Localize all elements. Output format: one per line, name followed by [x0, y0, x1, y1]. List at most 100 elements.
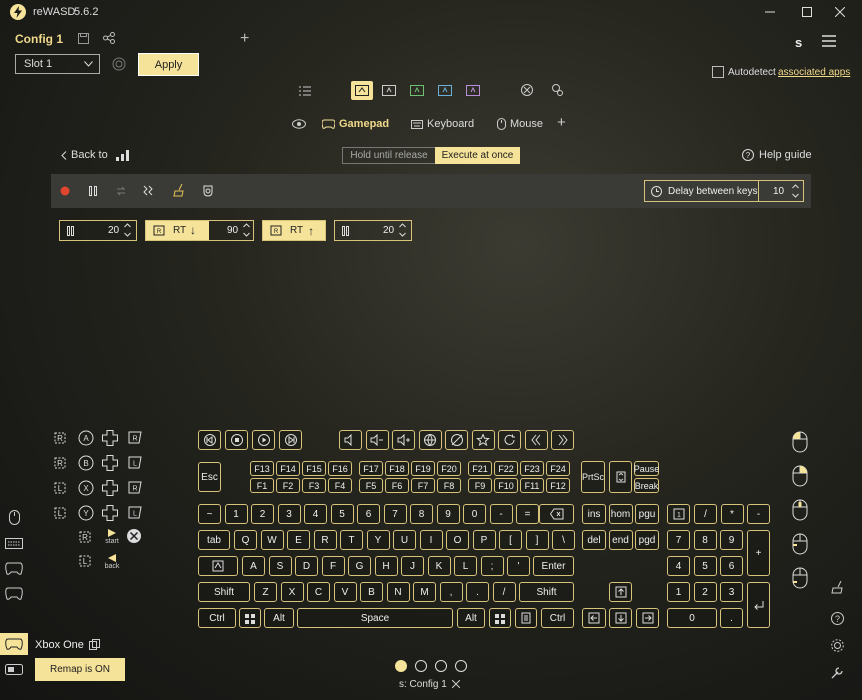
numpad-7-key[interactable]: 7	[667, 530, 690, 550]
nav-ins-key[interactable]: ins	[582, 504, 606, 524]
mouse-middle-icon[interactable]	[791, 498, 809, 522]
tab-mouse[interactable]: Mouse	[497, 118, 543, 130]
browser-back-key[interactable]	[524, 430, 548, 450]
num-lock-key[interactable]: 1	[667, 504, 690, 524]
autodetect-checkbox[interactable]	[712, 66, 724, 78]
key-num-7[interactable]: 7	[383, 504, 407, 524]
macro-step-pause-1[interactable]: 20	[59, 220, 137, 241]
numpad-6-key[interactable]: 6	[720, 556, 743, 576]
backspace-key[interactable]	[539, 504, 574, 524]
key-q-0[interactable]: Q	[234, 530, 257, 550]
gamepad-device-button-2[interactable]	[3, 585, 25, 603]
fkey-f22[interactable]: F22	[494, 461, 518, 476]
stick-r-press-icon[interactable]: R	[78, 529, 94, 545]
macro-step-pause-2[interactable]: 20	[334, 220, 412, 241]
fkey-f13[interactable]: F13	[250, 461, 274, 476]
key-a-0[interactable]: A	[242, 556, 265, 576]
share-config-button[interactable]	[102, 31, 116, 45]
key-num-5[interactable]: 5	[330, 504, 354, 524]
key-num-8[interactable]: 8	[410, 504, 433, 524]
fkey-f6[interactable]: F6	[385, 478, 409, 493]
stop-key[interactable]	[225, 430, 248, 450]
key-num-6[interactable]: 6	[357, 504, 380, 524]
stick-l-2-icon[interactable]: L	[53, 480, 69, 496]
key-q-9[interactable]: P	[472, 530, 496, 550]
key-a-1[interactable]: S	[268, 556, 292, 576]
key-a-5[interactable]: H	[374, 556, 398, 576]
macro-step-rt-up[interactable]: R RT ↑	[262, 220, 326, 241]
right-shift-key[interactable]: Shift	[519, 582, 574, 602]
arrow-right-key[interactable]	[636, 608, 659, 628]
xbox-guide-icon[interactable]	[126, 528, 142, 544]
right-ctrl-key[interactable]: Ctrl	[541, 608, 574, 628]
dpad-2-icon[interactable]	[102, 480, 118, 496]
bumper-l-3-icon[interactable]: L	[128, 505, 142, 521]
button-b-icon[interactable]: B	[78, 455, 94, 471]
add-config-button[interactable]: +	[240, 30, 249, 48]
key-q-3[interactable]: R	[313, 530, 337, 550]
layers-list-button[interactable]	[298, 84, 312, 98]
tab-keyboard[interactable]: Keyboard	[411, 118, 474, 130]
record-button[interactable]	[58, 184, 72, 198]
key-a-2[interactable]: D	[295, 556, 318, 576]
fkey-f8[interactable]: F8	[437, 478, 461, 493]
context-menu-key[interactable]	[515, 608, 537, 628]
fkey-f16[interactable]: F16	[328, 461, 352, 476]
next-track-key[interactable]	[279, 430, 302, 450]
numpad-plus-key[interactable]: +	[747, 530, 770, 576]
fkey-f20[interactable]: F20	[437, 461, 461, 476]
key-z-2[interactable]: C	[307, 582, 330, 602]
key-z-1[interactable]: X	[280, 582, 304, 602]
fkey-f7[interactable]: F7	[411, 478, 435, 493]
scroll-lock-key[interactable]	[609, 461, 632, 493]
magic-layer-button[interactable]	[549, 82, 565, 98]
config-name[interactable]: Config 1	[15, 32, 63, 46]
stepper-icon[interactable]	[792, 184, 799, 198]
key-z-3[interactable]: V	[333, 582, 357, 602]
prev-track-key[interactable]	[198, 430, 221, 450]
key-z-9[interactable]: /	[492, 582, 516, 602]
nav-end-key[interactable]: end	[608, 530, 633, 550]
mouse-x1-icon[interactable]	[791, 532, 809, 556]
browser-key[interactable]	[418, 430, 442, 450]
stick-r-0-icon[interactable]: R	[53, 430, 69, 446]
key-num-1[interactable]: 1	[224, 504, 248, 524]
keyboard-device-button[interactable]	[3, 535, 25, 551]
remap-status-button[interactable]: Remap is ON	[35, 658, 125, 681]
numpad-dot-key[interactable]: .	[720, 608, 743, 628]
mouse-right-icon[interactable]	[791, 464, 809, 488]
close-window-button[interactable]	[830, 3, 850, 21]
stick-r-1-icon[interactable]: R	[53, 455, 69, 471]
key-a-10[interactable]: '	[507, 556, 530, 576]
button-a-icon[interactable]: A	[78, 430, 94, 446]
refresh-key[interactable]	[498, 430, 521, 450]
associated-apps-link[interactable]: associated apps	[778, 67, 850, 78]
key-a-4[interactable]: G	[348, 556, 371, 576]
page-dot-2[interactable]	[415, 660, 427, 672]
left-ctrl-key[interactable]: Ctrl	[198, 608, 236, 628]
page-dot-4[interactable]	[455, 660, 467, 672]
left-alt-key[interactable]: Alt	[264, 608, 294, 628]
fkey-f5[interactable]: F5	[359, 478, 383, 493]
fkey-f4[interactable]: F4	[328, 478, 352, 493]
mode-execute-button[interactable]: Execute at once	[435, 147, 520, 164]
key-q-5[interactable]: Y	[366, 530, 390, 550]
nav-del-key[interactable]: del	[582, 530, 606, 550]
fkey-f11[interactable]: F11	[520, 478, 544, 493]
numpad-8-key[interactable]: 8	[693, 530, 717, 550]
apply-button[interactable]: Apply	[138, 53, 199, 76]
key-z-7[interactable]: ,	[439, 582, 463, 602]
key-num-0[interactable]: ~	[198, 504, 221, 524]
enter-key[interactable]: Enter	[533, 556, 574, 576]
xbox-layer-button[interactable]	[520, 83, 534, 97]
key-num-11[interactable]: -	[489, 504, 513, 524]
button-y-icon[interactable]: Y	[78, 505, 94, 521]
repeat-button[interactable]	[114, 184, 128, 198]
profile-letter[interactable]: s	[795, 35, 802, 50]
arrow-up-key[interactable]	[609, 582, 632, 602]
numpad-5-key[interactable]: 5	[693, 556, 717, 576]
key-z-8[interactable]: .	[466, 582, 489, 602]
maximize-button[interactable]	[797, 3, 817, 21]
layer-4-button[interactable]	[465, 83, 481, 97]
key-q-6[interactable]: U	[393, 530, 416, 550]
